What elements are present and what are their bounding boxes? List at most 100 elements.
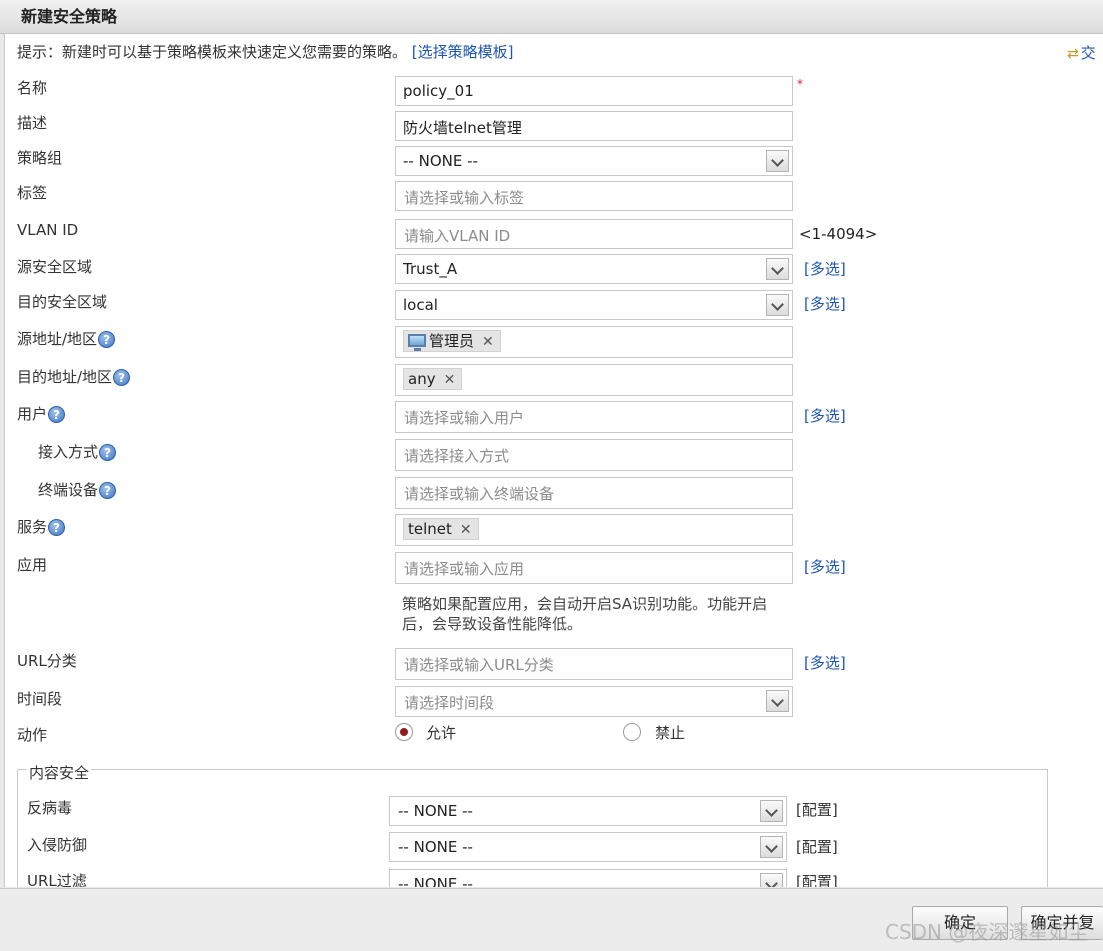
service-tag: telnet ✕ bbox=[403, 518, 479, 540]
tags-field[interactable]: 请选择或输入标签 bbox=[395, 181, 793, 211]
name-label: 名称 bbox=[17, 79, 48, 97]
vlan-label: VLAN ID bbox=[17, 221, 79, 239]
terminal-placeholder: 请选择或输入终端设备 bbox=[404, 485, 555, 503]
watermark: CSDN @夜深邃星如尘 bbox=[885, 920, 1089, 944]
help-icon[interactable]: ? bbox=[99, 482, 117, 499]
ips-config-link[interactable]: [配置] bbox=[796, 836, 838, 857]
terminal-field[interactable]: 请选择或输入终端设备 bbox=[395, 477, 793, 509]
required-mark: * bbox=[797, 77, 803, 91]
user-label-text: 用户 bbox=[17, 405, 48, 423]
action-deny-radio[interactable] bbox=[623, 723, 641, 741]
antivirus-dropdown-button[interactable] bbox=[760, 800, 783, 822]
src-addr-field[interactable]: 管理员 ✕ bbox=[395, 326, 793, 358]
access-mode-label-text: 接入方式 bbox=[38, 443, 99, 461]
dst-zone-multi-link[interactable]: [多选] bbox=[804, 293, 846, 314]
time-range-placeholder: 请选择时间段 bbox=[404, 694, 495, 712]
remove-tag-icon[interactable]: ✕ bbox=[460, 522, 472, 538]
ips-label: 入侵防御 bbox=[27, 836, 88, 854]
user-label: 用户? bbox=[17, 403, 66, 424]
dialog-titlebar: 新建安全策略 bbox=[0, 0, 1103, 34]
tags-placeholder: 请选择或输入标签 bbox=[404, 189, 525, 207]
dst-zone-value: local bbox=[403, 296, 438, 314]
src-zone-multi-link[interactable]: [多选] bbox=[804, 258, 846, 279]
src-addr-label-text: 源地址/地区 bbox=[17, 330, 98, 348]
chevron-down-icon bbox=[771, 262, 784, 275]
remove-tag-icon[interactable]: ✕ bbox=[482, 334, 494, 350]
dialog-content: 提示：新建时可以基于策略模板来快速定义您需要的策略。 [选择策略模板] ⇄ 交 名… bbox=[4, 34, 1103, 887]
antivirus-value: -- NONE -- bbox=[398, 802, 473, 820]
url-category-multi-link[interactable]: [多选] bbox=[804, 652, 846, 673]
vlan-field[interactable]: 请输入VLAN ID bbox=[395, 219, 793, 249]
url-filter-select[interactable]: -- NONE -- bbox=[389, 869, 787, 887]
hint-text: 提示：新建时可以基于策略模板来快速定义您需要的策略。 bbox=[17, 43, 408, 61]
dst-addr-field[interactable]: any ✕ bbox=[395, 364, 793, 396]
chevron-down-icon bbox=[765, 877, 778, 887]
antivirus-config-link[interactable]: [配置] bbox=[796, 799, 838, 820]
description-field[interactable]: 防火墙telnet管理 bbox=[395, 111, 793, 141]
user-field[interactable]: 请选择或输入用户 bbox=[395, 401, 793, 433]
ips-select[interactable]: -- NONE -- bbox=[389, 832, 787, 862]
dst-zone-select[interactable]: local bbox=[395, 290, 793, 320]
antivirus-select[interactable]: -- NONE -- bbox=[389, 796, 787, 826]
policy-group-select[interactable]: -- NONE -- bbox=[395, 146, 793, 176]
time-range-select[interactable]: 请选择时间段 bbox=[395, 686, 793, 717]
hint-bar: 提示：新建时可以基于策略模板来快速定义您需要的策略。 [选择策略模板] bbox=[17, 41, 514, 62]
src-zone-dropdown-button[interactable] bbox=[766, 258, 789, 280]
terminal-label: 终端设备? bbox=[38, 479, 117, 500]
service-label: 服务? bbox=[17, 516, 66, 537]
vlan-range-hint: <1-4094> bbox=[799, 225, 878, 243]
application-note: 策略如果配置应用，会自动开启SA识别功能。功能开启 后，会导致设备性能降低。 bbox=[402, 594, 812, 634]
time-range-dropdown-button[interactable] bbox=[766, 690, 789, 712]
terminal-label-text: 终端设备 bbox=[38, 481, 99, 499]
remove-tag-icon[interactable]: ✕ bbox=[444, 372, 456, 388]
url-category-field[interactable]: 请选择或输入URL分类 bbox=[395, 648, 793, 680]
service-tag-text: telnet bbox=[408, 520, 452, 538]
chevron-down-icon bbox=[771, 694, 784, 707]
access-mode-field[interactable]: 请选择接入方式 bbox=[395, 439, 793, 471]
chevron-down-icon bbox=[765, 804, 778, 817]
action-label: 动作 bbox=[17, 726, 48, 744]
policy-group-dropdown-button[interactable] bbox=[766, 150, 789, 172]
name-field[interactable]: policy_01 bbox=[395, 76, 793, 106]
tags-label: 标签 bbox=[17, 184, 48, 202]
dialog-title: 新建安全策略 bbox=[21, 7, 118, 26]
ips-dropdown-button[interactable] bbox=[760, 836, 783, 858]
monitor-icon bbox=[408, 334, 426, 351]
help-icon[interactable]: ? bbox=[99, 444, 117, 461]
action-deny-label[interactable]: 禁止 bbox=[655, 722, 685, 743]
help-icon[interactable]: ? bbox=[98, 331, 116, 348]
user-multi-link[interactable]: [多选] bbox=[804, 405, 846, 426]
src-zone-select[interactable]: Trust_A bbox=[395, 254, 793, 284]
url-category-placeholder: 请选择或输入URL分类 bbox=[404, 656, 554, 674]
top-right-link[interactable]: ⇄ 交 bbox=[1067, 42, 1096, 63]
ips-value: -- NONE -- bbox=[398, 838, 473, 856]
src-zone-value: Trust_A bbox=[403, 260, 458, 278]
service-field[interactable]: telnet ✕ bbox=[395, 514, 793, 546]
name-value: policy_01 bbox=[403, 82, 474, 100]
access-mode-label: 接入方式? bbox=[38, 441, 117, 462]
help-icon[interactable]: ? bbox=[48, 519, 66, 536]
action-allow-label[interactable]: 允许 bbox=[426, 722, 456, 743]
application-note-line1: 策略如果配置应用，会自动开启SA识别功能。功能开启 bbox=[402, 595, 768, 613]
select-template-link[interactable]: [选择策略模板] bbox=[412, 43, 514, 61]
application-note-line2: 后，会导致设备性能降低。 bbox=[402, 615, 583, 633]
application-multi-link[interactable]: [多选] bbox=[804, 556, 846, 577]
application-label: 应用 bbox=[17, 556, 48, 574]
chevron-down-icon bbox=[765, 840, 778, 853]
antivirus-label: 反病毒 bbox=[27, 799, 73, 817]
help-icon[interactable]: ? bbox=[113, 369, 131, 386]
url-filter-label: URL过滤 bbox=[27, 872, 87, 887]
chevron-down-icon bbox=[771, 298, 784, 311]
vlan-placeholder: 请输入VLAN ID bbox=[404, 227, 511, 245]
application-field[interactable]: 请选择或输入应用 bbox=[395, 552, 793, 584]
url-filter-value: -- NONE -- bbox=[398, 875, 473, 887]
dst-zone-dropdown-button[interactable] bbox=[766, 294, 789, 316]
url-filter-config-link[interactable]: [配置] bbox=[796, 871, 838, 887]
swap-icon: ⇄ bbox=[1067, 46, 1079, 62]
access-mode-placeholder: 请选择接入方式 bbox=[404, 447, 510, 465]
description-label: 描述 bbox=[17, 114, 48, 132]
help-icon[interactable]: ? bbox=[48, 406, 66, 423]
url-filter-dropdown-button[interactable] bbox=[760, 873, 783, 887]
action-allow-radio[interactable] bbox=[395, 723, 413, 741]
src-addr-label: 源地址/地区? bbox=[17, 328, 116, 349]
